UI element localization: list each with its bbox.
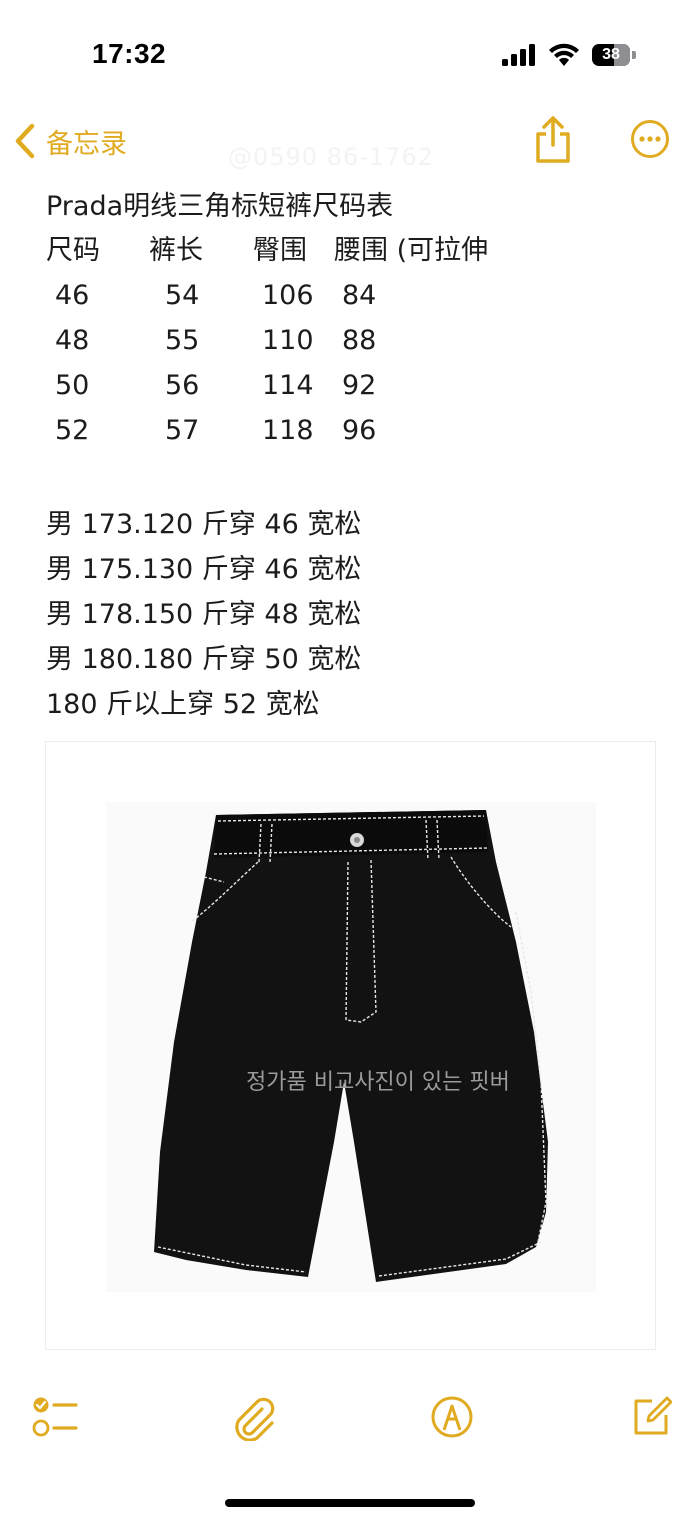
recommendation-line: 180 斤以上穿 52 宽松 <box>46 689 320 720</box>
recommendation-line: 男 175.130 斤穿 46 宽松 <box>46 554 362 585</box>
shorts-image <box>154 810 548 1282</box>
battery-level: 38 <box>602 46 620 63</box>
table-cell: 88 <box>342 325 377 356</box>
compose-icon[interactable] <box>632 1395 672 1437</box>
table-cell: 52 <box>55 415 90 446</box>
header-size: 尺码 <box>46 235 100 266</box>
table-cell: 114 <box>262 370 314 401</box>
note-body[interactable]: Prada明线三角标短裤尺码表 尺码 裤长 臀围 腰围 (可拉伸 46 54 1… <box>46 190 666 720</box>
table-cell: 48 <box>55 325 90 356</box>
table-cell: 46 <box>55 280 90 311</box>
table-cell: 92 <box>342 370 377 401</box>
recommendation-list: 男 173.120 斤穿 46 宽松 男 175.130 斤穿 46 宽松 男 … <box>46 502 361 727</box>
recommendation-line: 男 173.120 斤穿 46 宽松 <box>46 509 362 540</box>
battery-icon: 38 <box>592 44 630 66</box>
table-cell: 106 <box>262 280 314 311</box>
home-indicator[interactable] <box>225 1499 475 1507</box>
table-cell: 110 <box>262 325 314 356</box>
table-cell: 55 <box>165 325 200 356</box>
markup-pen-icon[interactable] <box>430 1395 474 1439</box>
back-button[interactable]: 备忘录 <box>14 117 127 165</box>
header-hip: 臀围 <box>253 235 307 266</box>
table-cell: 118 <box>262 415 314 446</box>
share-icon[interactable] <box>533 115 573 163</box>
battery-tip <box>632 51 636 59</box>
table-cell: 96 <box>342 415 377 446</box>
status-bar: 17:32 38 <box>0 0 700 100</box>
image-watermark: 정가품 비교사진이 있는 핏버 <box>246 1070 510 1095</box>
more-icon[interactable] <box>630 119 670 159</box>
back-label: 备忘录 <box>46 128 127 160</box>
table-cell: 56 <box>165 370 200 401</box>
header-length: 裤长 <box>149 235 203 266</box>
bottom-toolbar <box>0 1395 700 1455</box>
paperclip-icon[interactable] <box>232 1395 276 1441</box>
checklist-icon[interactable] <box>32 1395 78 1439</box>
table-cell: 84 <box>342 280 377 311</box>
table-cell: 50 <box>55 370 90 401</box>
note-title: Prada明线三角标短裤尺码表 <box>46 191 394 222</box>
recommendation-line: 男 178.150 斤穿 48 宽松 <box>46 599 362 630</box>
faded-note-title: @0590 86-1762 <box>228 143 434 171</box>
cellular-signal-icon <box>502 44 535 66</box>
status-time: 17:32 <box>92 38 167 69</box>
chevron-left-icon <box>15 123 35 159</box>
header-waist: 腰围 (可拉伸 <box>334 235 489 266</box>
recommendation-line: 男 180.180 斤穿 50 宽松 <box>46 644 362 675</box>
table-cell: 57 <box>165 415 200 446</box>
product-photo[interactable]: 정가품 비교사진이 있는 핏버 <box>45 741 656 1350</box>
wifi-icon <box>549 43 579 66</box>
size-table: 尺码 裤长 臀围 腰围 (可拉伸 46 54 106 84 48 55 110 … <box>46 234 666 460</box>
table-cell: 54 <box>165 280 200 311</box>
